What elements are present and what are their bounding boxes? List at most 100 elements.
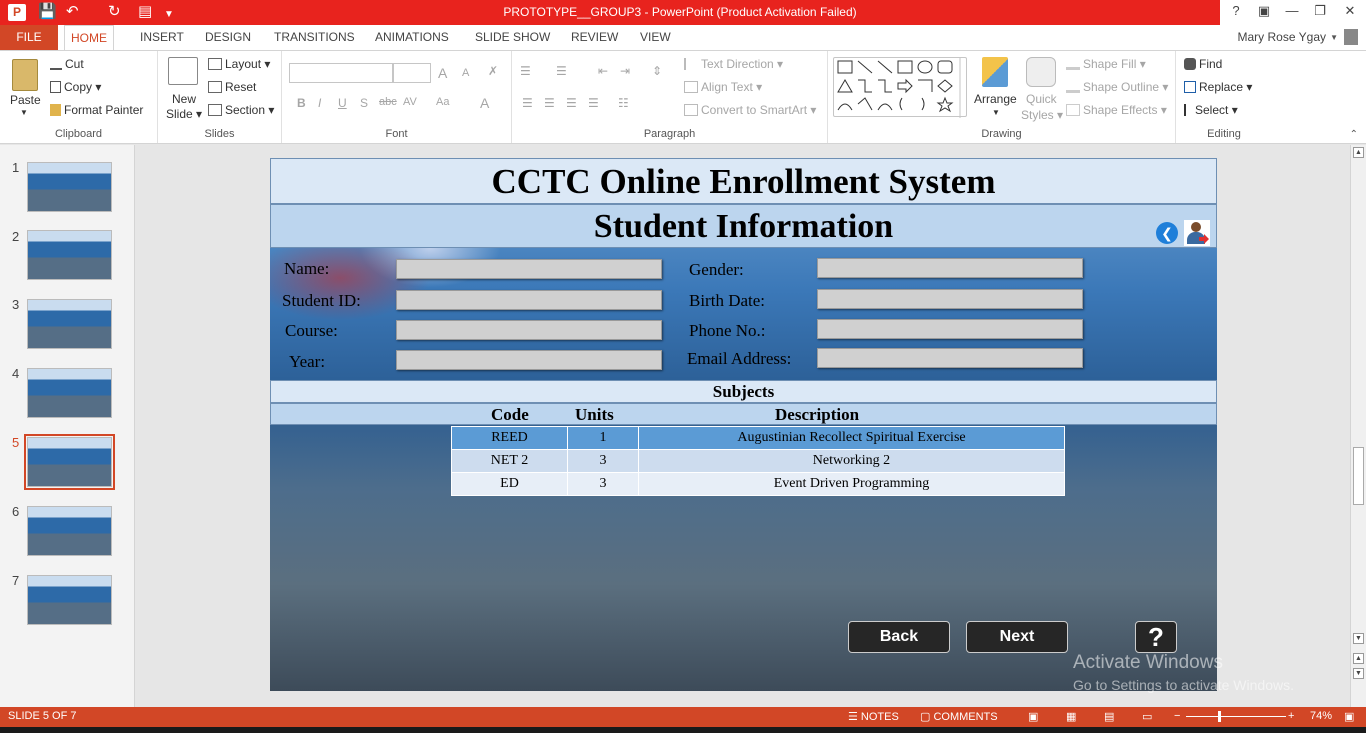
fit-slide-icon[interactable]: ▣ <box>1344 710 1354 723</box>
strikethrough-button[interactable]: abc <box>379 96 397 108</box>
next-button[interactable]: Next <box>966 621 1068 653</box>
notes-button[interactable]: ☰ NOTES <box>848 710 899 723</box>
numbering-icon[interactable]: ☰ <box>556 64 567 78</box>
shape-outline-button[interactable]: Shape Outline ▾ <box>1066 80 1168 94</box>
new-slide-label-1[interactable]: New <box>172 92 196 106</box>
restore-icon[interactable]: ❐ <box>1310 3 1330 19</box>
line-spacing-icon[interactable]: ⇕ <box>652 64 662 78</box>
redo-icon[interactable]: ↻ <box>108 3 121 21</box>
user-dropdown-icon[interactable]: ▼ <box>1330 33 1338 42</box>
year-field[interactable] <box>396 350 662 370</box>
tab-animations[interactable]: ANIMATIONS <box>369 25 455 50</box>
underline-button[interactable]: U <box>338 96 347 110</box>
course-field[interactable] <box>396 320 662 340</box>
scrollbar-thumb[interactable] <box>1353 447 1364 505</box>
slide-show-icon[interactable]: ▭ <box>1142 710 1152 723</box>
tab-insert[interactable]: INSERT <box>134 25 190 50</box>
zoom-slider-thumb[interactable] <box>1218 711 1221 722</box>
gender-field[interactable] <box>817 258 1083 278</box>
italic-button[interactable]: I <box>318 96 321 110</box>
center-icon[interactable]: ☰ <box>544 96 555 110</box>
shadow-button[interactable]: S <box>360 96 368 110</box>
tab-review[interactable]: REVIEW <box>565 25 624 50</box>
tab-design[interactable]: DESIGN <box>199 25 257 50</box>
user-name[interactable]: Mary Rose Ygay <box>1238 25 1326 50</box>
slide-title[interactable]: CCTC Online Enrollment System <box>270 158 1217 204</box>
bullets-icon[interactable]: ☰ <box>520 64 531 78</box>
columns-icon[interactable]: ☷ <box>618 96 629 110</box>
slide-sorter-icon[interactable]: ▦ <box>1066 710 1076 723</box>
reset-button[interactable]: Reset <box>208 80 256 94</box>
table-row[interactable]: NET 2 3 Networking 2 <box>451 449 1065 473</box>
close-icon[interactable]: ✕ <box>1340 3 1360 19</box>
student-id-field[interactable] <box>396 290 662 310</box>
select-button[interactable]: Select ▾ <box>1184 103 1238 117</box>
collapse-ribbon-icon[interactable]: ⌃ <box>1350 129 1358 140</box>
logout-user-icon[interactable] <box>1184 220 1210 246</box>
shrink-font-button[interactable]: A <box>462 67 469 79</box>
email-field[interactable] <box>817 348 1083 368</box>
scroll-down-icon[interactable]: ▼ <box>1353 633 1364 644</box>
font-color-button[interactable]: A <box>480 95 489 111</box>
decrease-indent-icon[interactable]: ⇤ <box>598 64 608 78</box>
shape-fill-button[interactable]: Shape Fill ▾ <box>1066 57 1146 71</box>
slide-thumbnail-5[interactable] <box>24 434 115 490</box>
cut-button[interactable]: Cut <box>50 57 84 71</box>
bold-button[interactable]: B <box>297 96 306 110</box>
format-painter-button[interactable]: Format Painter <box>50 103 143 117</box>
save-icon[interactable]: 💾 <box>38 3 57 21</box>
arrange-dropdown-icon[interactable]: ▼ <box>992 108 1000 117</box>
customize-toolbar-icon[interactable]: ▼ <box>164 6 174 24</box>
paste-button[interactable]: Paste <box>10 93 41 107</box>
new-slide-button[interactable]: Slide ▾ <box>166 107 202 121</box>
ribbon-display-icon[interactable]: ▣ <box>1254 3 1274 19</box>
shape-effects-button[interactable]: Shape Effects ▾ <box>1066 103 1167 117</box>
birth-date-field[interactable] <box>817 289 1083 309</box>
zoom-level[interactable]: 74% <box>1310 710 1332 722</box>
undo-icon[interactable]: ↶ <box>66 3 79 21</box>
tab-view[interactable]: VIEW <box>634 25 677 50</box>
slide-thumbnail-3[interactable] <box>27 299 112 349</box>
quick-styles-button[interactable]: Styles ▾ <box>1021 108 1063 122</box>
start-presentation-icon[interactable]: ▤ <box>138 3 152 21</box>
back-arrow-icon[interactable]: ❮ <box>1156 222 1178 244</box>
phone-field[interactable] <box>817 319 1083 339</box>
increase-indent-icon[interactable]: ⇥ <box>620 64 630 78</box>
tab-file[interactable]: FILE <box>0 25 58 50</box>
change-case-button[interactable]: Aa <box>436 96 449 108</box>
zoom-out-icon[interactable]: − <box>1174 710 1180 722</box>
text-direction-button[interactable]: Text Direction ▾ <box>684 57 783 71</box>
slide-thumbnail-7[interactable] <box>27 575 112 625</box>
previous-slide-icon[interactable]: ▲ <box>1353 653 1364 664</box>
tab-slide-show[interactable]: SLIDE SHOW <box>469 25 556 50</box>
copy-button[interactable]: Copy ▾ <box>50 80 101 94</box>
quick-styles-label-1[interactable]: Quick <box>1026 92 1057 106</box>
subjects-table[interactable]: REED 1 Augustinian Recollect Spiritual E… <box>451 426 1065 496</box>
user-avatar[interactable] <box>1344 29 1358 45</box>
zoom-slider[interactable] <box>1186 716 1286 717</box>
comments-button[interactable]: ▢ COMMENTS <box>920 710 998 723</box>
align-right-icon[interactable]: ☰ <box>566 96 577 110</box>
back-button[interactable]: Back <box>848 621 950 653</box>
align-left-icon[interactable]: ☰ <box>522 96 533 110</box>
font-name-input[interactable] <box>289 63 393 83</box>
slide-thumbnail-2[interactable] <box>27 230 112 280</box>
table-row[interactable]: REED 1 Augustinian Recollect Spiritual E… <box>451 426 1065 450</box>
next-slide-icon[interactable]: ▼ <box>1353 668 1364 679</box>
replace-button[interactable]: Replace ▾ <box>1184 80 1252 94</box>
convert-smartart-button[interactable]: Convert to SmartArt ▾ <box>684 103 816 117</box>
slide-subtitle[interactable]: Student Information <box>270 204 1217 248</box>
zoom-in-icon[interactable]: + <box>1288 710 1294 722</box>
minimize-icon[interactable]: — <box>1282 3 1302 18</box>
align-text-button[interactable]: Align Text ▾ <box>684 80 762 94</box>
reading-view-icon[interactable]: ▤ <box>1104 710 1114 723</box>
layout-button[interactable]: Layout ▾ <box>208 57 270 71</box>
slide-thumbnail-6[interactable] <box>27 506 112 556</box>
help-question-button[interactable]: ? <box>1135 621 1177 653</box>
tab-home[interactable]: HOME <box>64 25 114 51</box>
name-field[interactable] <box>396 259 662 279</box>
scroll-up-icon[interactable]: ▲ <box>1353 147 1364 158</box>
section-button[interactable]: Section ▾ <box>208 103 274 117</box>
paste-dropdown-icon[interactable]: ▼ <box>20 108 28 117</box>
tab-transitions[interactable]: TRANSITIONS <box>268 25 361 50</box>
